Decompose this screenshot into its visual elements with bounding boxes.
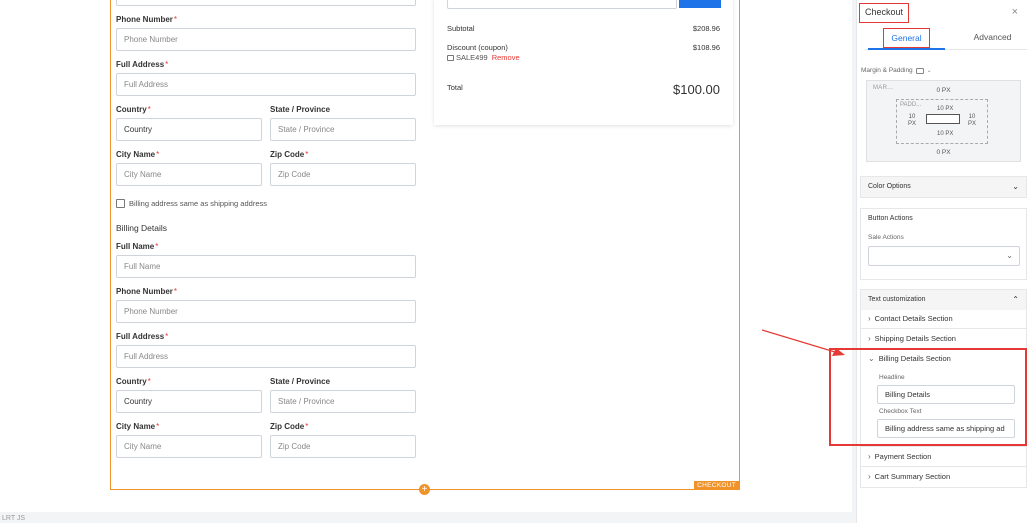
chevron-right-icon: › <box>868 334 871 343</box>
divider <box>860 446 1027 447</box>
chevron-right-icon: › <box>868 472 871 481</box>
city-label: City Name* <box>116 150 160 159</box>
remove-coupon-link[interactable]: Remove <box>492 53 520 62</box>
divider <box>860 466 1027 467</box>
box-model-editor: MAR... 0 PX PADD... 10 PX 10 PX 10 PX 10 P… <box>866 80 1021 162</box>
state-field[interactable]: State / Province <box>270 118 416 141</box>
checkout-element-tag[interactable]: CHECKOUT <box>694 481 739 490</box>
monitor-icon[interactable] <box>915 67 924 74</box>
padding-label: PADD... <box>900 102 922 108</box>
billing-state-label: State / Province <box>270 377 331 386</box>
phone-field[interactable]: Phone Number <box>116 28 416 51</box>
editor-canvas: CHECKOUT + Phone Number* Phone Number Fu… <box>0 0 852 523</box>
contact-details-section[interactable]: › Contact Details Section <box>868 314 953 323</box>
address-label: Full Address* <box>116 60 169 69</box>
zip-label: Zip Code* <box>270 150 309 159</box>
discount-label: Discount (coupon) <box>447 43 508 52</box>
chevron-down-icon[interactable]: ⌄ <box>1012 177 1019 197</box>
cart-summary-section[interactable]: › Cart Summary Section <box>868 472 950 481</box>
billing-city-label: City Name* <box>116 422 160 431</box>
city-field[interactable]: City Name <box>116 163 262 186</box>
chevron-right-icon: › <box>868 452 871 461</box>
subtotal-value: $208.96 <box>692 24 720 33</box>
chevron-right-icon: › <box>868 314 871 323</box>
color-options-section[interactable]: Color Options ⌄ <box>860 176 1027 198</box>
coupon-input[interactable] <box>447 0 677 9</box>
apply-coupon-button[interactable] <box>679 0 721 8</box>
tab-advanced[interactable]: Advanced <box>965 28 1020 48</box>
sale-actions-label: Sale Actions <box>868 234 904 241</box>
padding-left-value[interactable]: 10 PX <box>908 114 916 128</box>
billing-address-label: Full Address* <box>116 332 169 341</box>
margin-bottom-value[interactable]: 0 PX <box>867 149 1020 156</box>
padding-bottom-value[interactable]: 10 PX <box>937 131 953 137</box>
text-customization-label: Text customization <box>868 296 926 303</box>
billing-phone-field[interactable]: Phone Number <box>116 300 416 323</box>
padding-top-value[interactable]: 10 PX <box>937 106 953 112</box>
billing-country-label: Country* <box>116 377 151 386</box>
zip-field[interactable]: Zip Code <box>270 163 416 186</box>
discount-value: $108.96 <box>692 43 720 52</box>
padding-right-value[interactable]: 10 PX <box>968 114 976 128</box>
same-as-shipping-row[interactable]: Billing address same as shipping address <box>116 199 267 208</box>
order-summary: Subtotal $208.96 Discount (coupon) $108.… <box>434 0 733 125</box>
billing-city-field[interactable]: City Name <box>116 435 262 458</box>
footer-text: LRT JS <box>2 515 26 522</box>
page-preview: CHECKOUT + Phone Number* Phone Number Fu… <box>0 0 852 512</box>
chevron-down-icon: ⌄ <box>1006 251 1013 260</box>
margin-padding-label: Margin & Padding ⌄ <box>861 67 932 74</box>
address-field[interactable]: Full Address <box>116 73 416 96</box>
full-name-label: Full Name* <box>116 242 159 251</box>
coupon-code: SALE499 <box>456 53 488 62</box>
billing-address-field[interactable]: Full Address <box>116 345 416 368</box>
chevron-down-icon[interactable]: ⌄ <box>927 67 932 74</box>
billing-highlight-box <box>829 348 1027 446</box>
sale-actions-select[interactable]: ⌄ <box>868 246 1020 266</box>
applied-coupon: SALE499 Remove <box>447 53 520 62</box>
total-value: $100.00 <box>673 82 720 97</box>
total-label: Total <box>447 83 463 92</box>
email-field[interactable] <box>116 0 416 6</box>
tab-general[interactable]: General <box>868 28 945 50</box>
button-actions-section: Button Actions Sale Actions ⌄ <box>860 208 1027 280</box>
billing-zip-label: Zip Code* <box>270 422 309 431</box>
billing-phone-label: Phone Number* <box>116 287 178 296</box>
coupon-tag-icon <box>447 54 454 61</box>
padding-box: PADD... 10 PX 10 PX 10 PX 10 PX <box>896 99 988 144</box>
billing-country-select[interactable]: Country <box>116 390 262 413</box>
subtotal-label: Subtotal <box>447 24 475 33</box>
add-element-icon[interactable]: + <box>419 484 430 495</box>
close-icon[interactable]: × <box>1012 6 1018 18</box>
content-box <box>926 114 960 124</box>
same-as-shipping-label: Billing address same as shipping address <box>129 199 267 208</box>
shipping-details-section[interactable]: › Shipping Details Section <box>868 334 956 343</box>
country-select[interactable]: Country <box>116 118 262 141</box>
margin-top-value[interactable]: 0 PX <box>867 87 1020 94</box>
divider <box>860 328 1027 329</box>
same-as-shipping-checkbox[interactable] <box>116 199 125 208</box>
button-actions-header: Button Actions <box>861 209 1026 229</box>
billing-zip-field[interactable]: Zip Code <box>270 435 416 458</box>
panel-title: Checkout <box>859 3 910 23</box>
billing-full-name-field[interactable]: Full Name <box>116 255 416 278</box>
state-label: State / Province <box>270 105 331 114</box>
phone-label: Phone Number* <box>116 15 178 24</box>
panel-tabs: General Advanced <box>865 28 1027 50</box>
chevron-up-icon[interactable]: ⌃ <box>1012 290 1019 310</box>
payment-section[interactable]: › Payment Section <box>868 452 931 461</box>
billing-state-field[interactable]: State / Province <box>270 390 416 413</box>
country-label: Country* <box>116 105 151 114</box>
billing-details-title: Billing Details <box>116 223 168 233</box>
color-options-label: Color Options <box>868 183 911 190</box>
